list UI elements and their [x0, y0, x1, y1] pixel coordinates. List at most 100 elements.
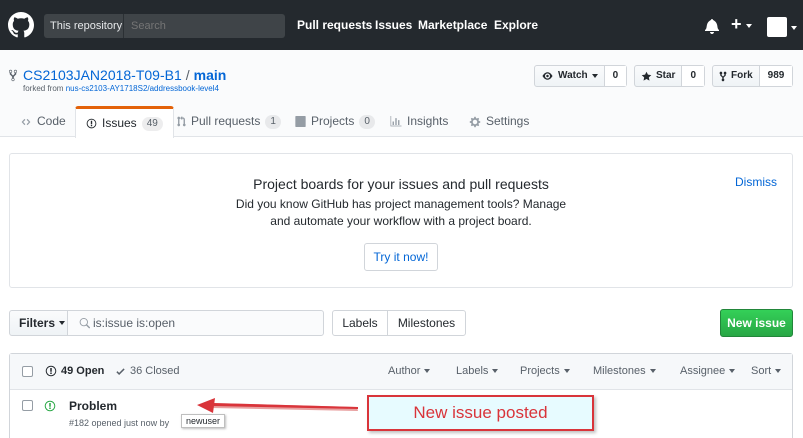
- dismiss-link[interactable]: Dismiss: [735, 175, 777, 189]
- chevron-down-icon[interactable]: [791, 26, 797, 30]
- fork-control: Fork 989: [712, 65, 794, 87]
- sort-filter[interactable]: Sort: [751, 365, 782, 377]
- issue-opened-icon: [86, 118, 97, 129]
- annotation-callout: New issue posted: [367, 395, 594, 431]
- issue-checkbox[interactable]: [22, 400, 33, 411]
- filters-label: Filters: [19, 316, 56, 330]
- closed-issues-filter[interactable]: 36 Closed: [115, 365, 180, 377]
- issue-title-link[interactable]: Problem: [69, 399, 117, 413]
- tab-code[interactable]: Code: [20, 106, 66, 137]
- chevron-down-icon: [591, 74, 598, 78]
- star-label: Star: [656, 70, 676, 81]
- issues-counter: 49: [141, 116, 163, 131]
- assignee-filter-label: Assignee: [680, 365, 726, 377]
- issue-opened-icon: [44, 400, 56, 412]
- nav-pull-requests[interactable]: Pull requests: [297, 18, 372, 32]
- repo-owner-link[interactable]: CS2103JAN2018-T09-B1: [23, 67, 182, 83]
- pull-request-icon: [177, 116, 186, 127]
- issue-filter-input[interactable]: [93, 311, 318, 335]
- open-count-label: 49 Open: [61, 365, 105, 377]
- chevron-down-icon: [492, 369, 499, 373]
- nav-explore[interactable]: Explore: [494, 18, 538, 32]
- eye-icon: [542, 72, 553, 80]
- milestones-button[interactable]: Milestones: [387, 310, 466, 336]
- labels-button[interactable]: Labels: [332, 310, 388, 336]
- watch-button[interactable]: Watch: [535, 66, 605, 86]
- tab-insights[interactable]: Insights: [390, 106, 448, 137]
- promo-text: Did you know GitHub has project manageme…: [235, 197, 567, 228]
- tab-settings[interactable]: Settings: [469, 106, 529, 137]
- projects-filter[interactable]: Projects: [520, 365, 570, 377]
- star-icon: [641, 71, 652, 81]
- tab-label: Settings: [486, 114, 530, 128]
- projects-counter: 0: [359, 114, 375, 129]
- issue-meta: #182 opened just now by: [69, 418, 170, 428]
- fork-label: Fork: [731, 70, 753, 81]
- labels-filter-label: Labels: [456, 365, 489, 377]
- issue-opened-icon: [45, 365, 57, 377]
- search-icon: [79, 318, 90, 329]
- tab-label: Code: [37, 114, 66, 128]
- sort-filter-label: Sort: [751, 365, 772, 377]
- projects-filter-label: Projects: [520, 365, 560, 377]
- star-count[interactable]: 0: [682, 66, 705, 86]
- repo-title: CS2103JAN2018-T09-B1/main: [23, 67, 226, 83]
- chevron-down-icon: [563, 369, 570, 373]
- author-filter[interactable]: Author: [388, 365, 431, 377]
- forked-from-link[interactable]: nus-cs2103-AY1718S2/addressbook-level4: [66, 84, 219, 93]
- chevron-down-icon: [649, 369, 656, 373]
- star-control: Star 0: [634, 65, 706, 87]
- check-icon: [116, 367, 125, 375]
- github-logo-icon[interactable]: [8, 12, 34, 38]
- bell-icon[interactable]: [704, 18, 720, 34]
- pulls-counter: 1: [265, 114, 281, 129]
- try-it-now-button[interactable]: Try it now!: [364, 243, 438, 271]
- labels-filter[interactable]: Labels: [456, 365, 499, 377]
- tab-issues[interactable]: Issues 49: [75, 106, 174, 138]
- tab-label: Insights: [407, 114, 449, 128]
- tab-pull-requests[interactable]: Pull requests 1: [177, 106, 281, 137]
- chevron-down-icon: [424, 369, 431, 373]
- star-button[interactable]: Star: [635, 66, 683, 86]
- repo-name-link[interactable]: main: [194, 67, 227, 83]
- create-new-icon[interactable]: +: [731, 14, 742, 35]
- gear-icon: [469, 116, 481, 127]
- chevron-down-icon: [775, 369, 782, 373]
- nav-issues[interactable]: Issues: [375, 18, 412, 32]
- issues-list-header: 49 Open 36 Closed Author Labels Projects…: [10, 354, 792, 390]
- fork-button[interactable]: Fork: [713, 66, 760, 86]
- global-header: This repository Pull requests Issues Mar…: [0, 0, 803, 50]
- tab-label: Projects: [311, 114, 355, 128]
- tab-label: Pull requests: [191, 114, 261, 128]
- code-icon: [21, 118, 31, 125]
- issue-filter-search: [67, 310, 324, 336]
- repo-nav: Code Issues 49 Pull requests 1 Projects …: [0, 106, 803, 138]
- graph-icon: [390, 116, 402, 127]
- chevron-down-icon: [59, 321, 66, 325]
- watch-label: Watch: [558, 70, 588, 81]
- tab-projects[interactable]: Projects 0: [295, 106, 375, 137]
- path-separator: /: [185, 67, 190, 83]
- forked-from: forked from nus-cs2103-AY1718S2/addressb…: [23, 84, 219, 93]
- chevron-down-icon[interactable]: [746, 24, 752, 28]
- issue-author-link[interactable]: newuser: [181, 414, 226, 428]
- repo-forked-icon: [719, 71, 727, 81]
- repo-forked-icon: [8, 69, 18, 82]
- watch-count[interactable]: 0: [604, 66, 627, 86]
- repo-header: CS2103JAN2018-T09-B1/main forked from nu…: [0, 50, 803, 138]
- fork-count[interactable]: 989: [759, 66, 793, 86]
- new-issue-button[interactable]: New issue: [720, 309, 793, 337]
- scope-label: This repository: [44, 14, 124, 38]
- tab-label: Issues: [102, 116, 137, 130]
- chevron-down-icon: [729, 369, 736, 373]
- assignee-filter[interactable]: Assignee: [680, 365, 736, 377]
- project-boards-promo: Project boards for your issues and pull …: [9, 153, 793, 288]
- promo-title: Project boards for your issues and pull …: [253, 176, 549, 192]
- search-input[interactable]: [125, 14, 285, 38]
- select-all-checkbox[interactable]: [22, 366, 33, 377]
- open-issues-filter[interactable]: 49 Open: [45, 365, 104, 377]
- nav-marketplace[interactable]: Marketplace: [418, 18, 487, 32]
- filters-dropdown[interactable]: Filters: [9, 310, 68, 336]
- avatar[interactable]: [767, 17, 787, 37]
- milestones-filter[interactable]: Milestones: [593, 365, 656, 377]
